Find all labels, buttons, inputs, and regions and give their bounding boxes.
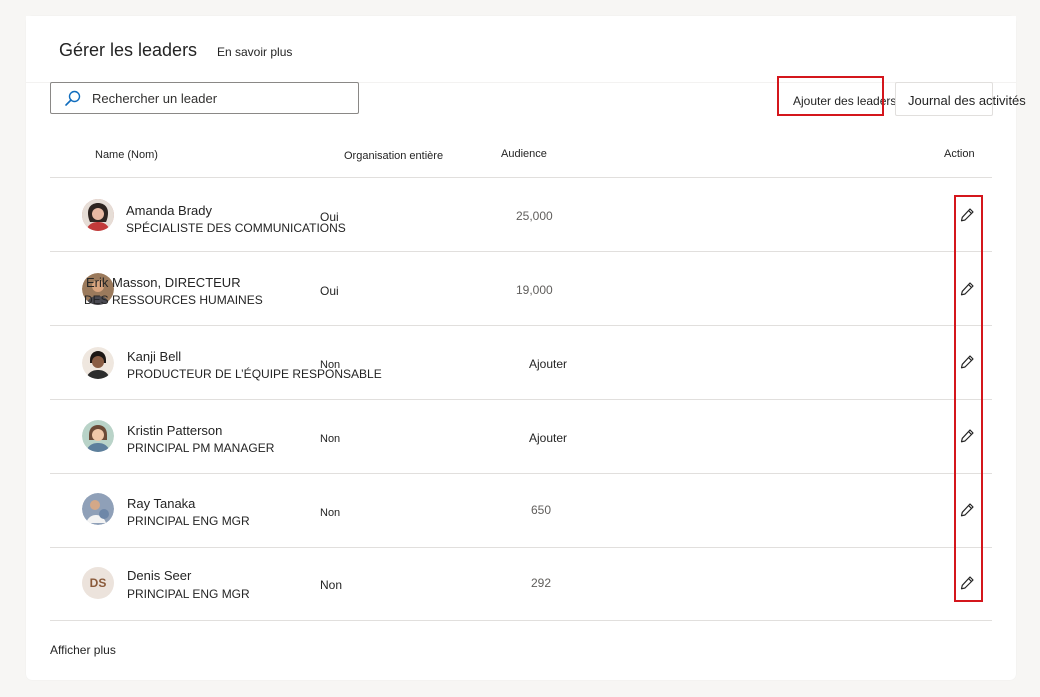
org-wide-value: Non [320,359,341,371]
edit-icon[interactable] [959,502,975,518]
leader-name: Ray Tanaka [127,496,196,511]
leaders-card: Gérer les leaders En savoir plus Recherc… [26,16,1026,680]
show-more-link[interactable]: Afficher plus [50,643,116,657]
search-input[interactable]: Rechercher un leader [50,82,359,114]
audience-value: 292 [531,576,552,590]
search-placeholder: Rechercher un leader [92,91,218,106]
org-wide-value: Non [320,507,341,519]
table-row: Erik Masson, DIRECTEUR DES RESSOURCES HU… [50,252,992,326]
leader-role: PRODUCTEUR DE L’ÉQUIPE RESPONSABLE [127,367,382,381]
add-leaders-button[interactable]: Ajouter des leaders [793,94,896,108]
table-row: Kanji Bell PRODUCTEUR DE L’ÉQUIPE RESPON… [50,326,992,400]
table-row: Ray Tanaka PRINCIPAL ENG MGR Non 650 [50,474,992,548]
org-wide-value: Oui [320,284,339,298]
table-row: DS Denis Seer PRINCIPAL ENG MGR Non 292 [50,547,992,621]
leader-name: Erik Masson, DIRECTEUR [86,275,241,290]
table-row: Amanda Brady SPÉCIALISTE DES COMMUNICATI… [50,178,992,252]
leader-role: SPÉCIALISTE DES COMMUNICATIONS [126,221,346,235]
leader-role: DES RESSOURCES HUMAINES [84,293,263,307]
leader-name: Denis Seer [127,568,192,583]
audience-value: 19,000 [516,283,553,297]
column-header-org[interactable]: Organisation entière [344,150,443,162]
leader-role: PRINCIPAL ENG MGR [127,514,250,528]
edit-icon[interactable] [959,354,975,370]
column-header-name[interactable]: Name (Nom) [95,149,158,161]
title-bar: Gérer les leaders En savoir plus [26,16,1016,83]
org-wide-value: Non [320,578,343,592]
audience-add-link[interactable]: Ajouter [529,357,567,371]
leader-name: Kristin Patterson [127,423,223,438]
activity-log-label: Journal des activités [908,93,1026,108]
edit-icon[interactable] [959,281,975,297]
column-header-action: Action [944,148,975,160]
table-row: Kristin Patterson PRINCIPAL PM MANAGER N… [50,400,992,474]
edit-icon[interactable] [959,575,975,591]
column-header-audience[interactable]: Audience [501,148,547,160]
audience-value: 650 [531,503,552,517]
leader-role: PRINCIPAL PM MANAGER [127,441,275,455]
activity-log-button[interactable]: Journal des activités [895,82,1026,116]
leader-role: PRINCIPAL ENG MGR [127,587,250,601]
org-wide-value: Oui [320,210,339,224]
audience-add-link[interactable]: Ajouter [529,431,567,445]
avatar [82,493,114,525]
org-wide-value: Non [320,433,341,445]
search-icon [65,90,81,106]
avatar [82,347,114,379]
learn-more-link[interactable]: En savoir plus [217,45,292,59]
edit-icon[interactable] [959,428,975,444]
edit-icon[interactable] [959,207,975,223]
avatar [82,199,114,231]
avatar: DS [82,567,114,599]
page-title: Gérer les leaders [59,40,198,60]
avatar [82,420,114,452]
leader-name: Kanji Bell [127,349,182,364]
leader-name: Amanda Brady [126,203,212,218]
audience-value: 25,000 [516,209,553,223]
